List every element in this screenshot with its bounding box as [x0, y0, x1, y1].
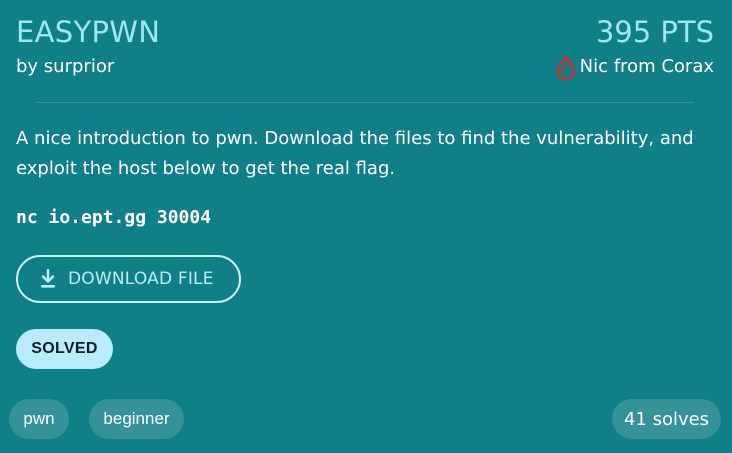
blood-drop-icon [556, 54, 576, 80]
challenge-title: EASYPWN [16, 15, 161, 49]
challenge-description: A nice introduction to pwn. Download the… [16, 128, 694, 179]
tag-pwn[interactable]: pwn [9, 399, 69, 439]
challenge-author: by surprior [16, 56, 115, 77]
tag-beginner[interactable]: beginner [89, 399, 184, 439]
first-blood-name: Nic from Corax [579, 56, 714, 77]
first-blood: Nic from Corax [556, 54, 714, 80]
challenge-points: 395 PTS [595, 15, 714, 49]
download-icon [40, 269, 56, 289]
download-button-label: DOWNLOAD FILE [68, 269, 214, 289]
download-file-button[interactable]: DOWNLOAD FILE [16, 255, 241, 303]
solved-status-badge: SOLVED [16, 329, 113, 369]
header-divider [36, 102, 694, 103]
solves-count[interactable]: 41 solves [612, 399, 721, 439]
connection-command: nc io.ept.gg 30004 [16, 207, 212, 228]
